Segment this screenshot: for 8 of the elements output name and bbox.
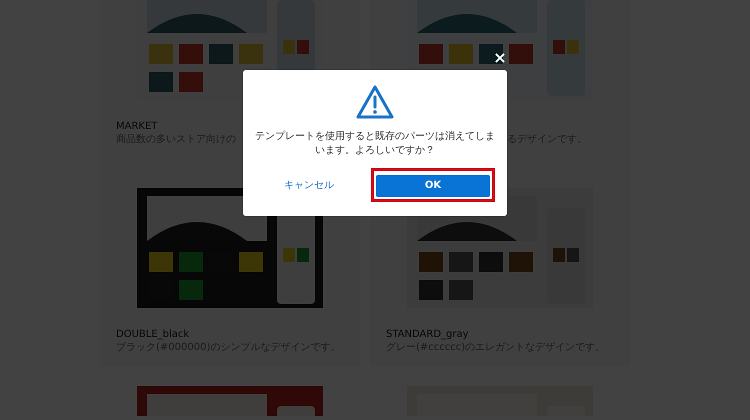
ok-button[interactable]: OK xyxy=(376,174,490,196)
dialog-message: テンプレートを使用すると既存のパーツは消えてしまいます。よろしいですか？ xyxy=(254,130,496,158)
warning-icon xyxy=(355,84,395,120)
cancel-button[interactable]: キャンセル xyxy=(255,178,363,192)
template-name: STANDARD_gray xyxy=(386,328,469,341)
close-button[interactable]: × xyxy=(492,50,508,66)
template-name: MARKET xyxy=(116,120,158,133)
template-name: DOUBLE_black xyxy=(116,328,190,341)
